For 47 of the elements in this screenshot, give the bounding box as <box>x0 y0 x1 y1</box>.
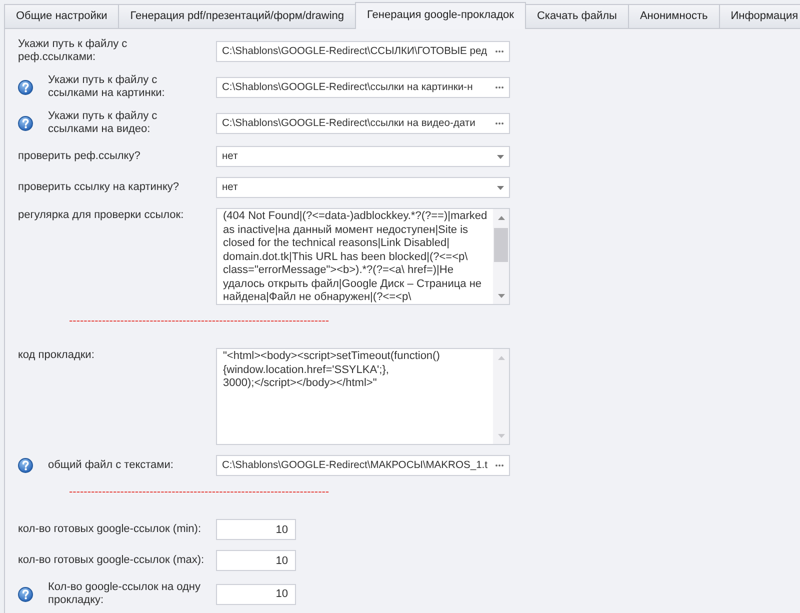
dropdown-caret-icon <box>497 154 504 158</box>
field-label: проверить ссылку на картинку? <box>18 181 180 194</box>
number-field[interactable]: 10 <box>216 550 296 571</box>
tab[interactable]: Скачать файлы <box>526 4 629 28</box>
scrollbar[interactable] <box>493 349 509 444</box>
tab[interactable]: Генерация pdf/презентаций/форм/drawing <box>119 4 356 28</box>
dropdown[interactable]: нет <box>216 146 510 167</box>
dashed-divider: ----------------------------------------------------------------------- <box>69 486 330 498</box>
help-icon[interactable] <box>18 586 33 602</box>
scroll-up-icon <box>498 356 504 360</box>
number-field[interactable]: 10 <box>216 584 296 604</box>
help-icon[interactable] <box>18 458 33 473</box>
field-label: Кол-во google-ссылок на одну прокладку: <box>48 581 201 607</box>
ellipsis-icon[interactable] <box>495 86 504 88</box>
tab[interactable]: Генерация google-прокладок <box>355 2 526 29</box>
path-field[interactable]: C:\Shablons\GOOGLE-Redirect\ССЫЛКИ\ГОТОВЫЕ ред <box>216 40 510 62</box>
field-label: кол-во готовых google-ссылок (min): <box>18 523 202 536</box>
path-field[interactable]: C:\Shablons\GOOGLE-Redirect\ссылки на картинки-н <box>216 76 510 98</box>
field-label: Укажи путь к файлу с ссылками на картинки: <box>48 74 165 100</box>
ellipsis-icon[interactable] <box>495 50 504 52</box>
dashed-divider: ----------------------------------------------------------------------- <box>69 315 330 327</box>
scrollbar-thumb[interactable] <box>494 228 508 262</box>
path-field[interactable]: C:\Shablons\GOOGLE-Redirect\ссылки на видео-дати <box>216 112 510 134</box>
field-label: проверить реф.ссылку? <box>18 150 140 163</box>
scroll-up-icon[interactable] <box>498 216 504 220</box>
text-area[interactable]: (404 Not Found|(?<=data-)adblockkey.*?(?==)|marked as inactive|на данный момент недоступен|Site is closed for the technical reasons|Link Disabled| domain.dot.tk|This URL has been blocked|(?<=<p\ class="errorMessage"><b>).*?(?=<a\ href=)|Не удалось открыть файл|Google Диск – Страница не найдена|Файл не обнаружен|(?<=<p\ <box>216 208 510 305</box>
ellipsis-icon[interactable] <box>495 464 504 467</box>
field-label: Укажи путь к файлу с ссылками на видео: <box>48 110 158 136</box>
number-field[interactable]: 10 <box>216 519 296 540</box>
field-label: Укажи путь к файлу с реф.ссылками: <box>18 38 128 64</box>
tab[interactable]: Информация <box>720 4 800 28</box>
scrollbar[interactable] <box>493 209 509 304</box>
field-label: код прокладки: <box>18 349 94 362</box>
dropdown[interactable]: нет <box>216 177 510 198</box>
text-area[interactable]: "<html><body><script>setTimeout(function() {window.location.href='SSYLKA';}, 3000);</script></body></html>" <box>216 348 510 445</box>
field-label: общий файл с текстами: <box>48 459 174 472</box>
tab[interactable]: Общие настройки <box>4 4 120 28</box>
dropdown-caret-icon <box>497 186 504 190</box>
scroll-down-icon[interactable] <box>498 294 504 298</box>
help-icon[interactable] <box>18 80 33 94</box>
tab[interactable]: Анонимность <box>628 4 720 28</box>
field-label: кол-во готовых google-ссылок (max): <box>18 554 204 567</box>
field-label: регулярка для проверки ссылок: <box>18 209 184 222</box>
ellipsis-icon[interactable] <box>495 122 504 124</box>
help-icon[interactable] <box>18 116 33 130</box>
scroll-down-icon <box>498 434 504 438</box>
path-field[interactable]: C:\Shablons\GOOGLE-Redirect\МАКРОСЫ\MAKROS_1.t <box>216 455 510 476</box>
